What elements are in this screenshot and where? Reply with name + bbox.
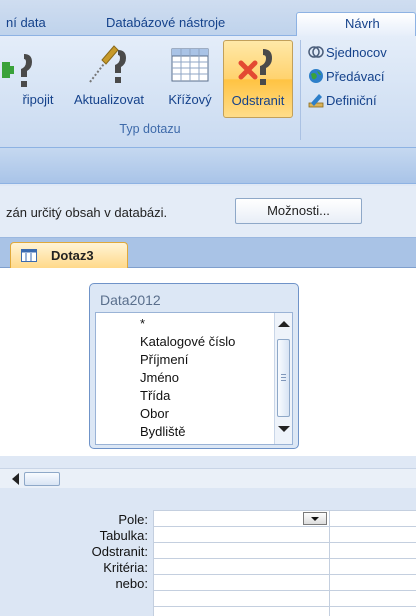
update-query-button[interactable]: Aktualizovat [62, 40, 156, 118]
grid-line [153, 510, 416, 511]
data-definition-label: Definiční [326, 93, 377, 108]
pencil-ruler-icon [308, 92, 324, 108]
grid-row-label-or: nebo: [115, 576, 148, 591]
grid-line [329, 510, 330, 616]
field-list[interactable]: * Katalogové číslo Příjmení Jméno Třída … [95, 312, 293, 445]
scroll-up-icon[interactable] [278, 321, 290, 327]
crosstab-query-button[interactable]: Křížový [160, 40, 220, 118]
grid-line [153, 526, 416, 527]
tab-external-data[interactable]: ní data [0, 12, 52, 36]
data-definition-query-button[interactable]: Definiční [308, 90, 377, 112]
update-query-icon [62, 40, 156, 88]
grid-line [153, 606, 416, 607]
scroll-left-icon[interactable] [12, 473, 19, 485]
table-field-list-box[interactable]: Data2012 * Katalogové číslo Příjmení Jmé… [89, 283, 299, 449]
grip-line [281, 377, 286, 378]
field-item[interactable]: Jméno [140, 369, 179, 387]
delete-query-icon [224, 41, 292, 89]
document-tab-strip: Dotaz3 [0, 238, 416, 268]
crosstab-query-label: Křížový [168, 92, 212, 107]
grid-line [153, 510, 154, 616]
document-tab-dotaz3[interactable]: Dotaz3 [10, 242, 128, 268]
scroll-down-icon[interactable] [278, 426, 290, 432]
field-item[interactable]: Bydliště [140, 423, 186, 441]
grid-row-label-table: Tabulka: [99, 528, 148, 543]
grid-line [153, 590, 416, 591]
table-title: Data2012 [100, 292, 161, 308]
horizontal-scroll-thumb[interactable] [24, 472, 60, 486]
union-label: Sjednocov [326, 45, 387, 60]
grip-line [281, 380, 286, 381]
delete-query-button[interactable]: Odstranit [223, 40, 293, 118]
chevron-down-icon [311, 517, 319, 521]
grid-line [153, 558, 416, 559]
union-icon [308, 44, 324, 60]
field-item[interactable]: Třída [140, 387, 170, 405]
delete-query-label: Odstranit [231, 93, 285, 108]
options-button[interactable]: Možnosti... [235, 198, 362, 224]
ribbon-group-label: Typ dotazu [119, 122, 181, 136]
message-bar: zán určitý obsah v databázi. Možnosti... [0, 186, 416, 238]
grid-line [153, 542, 416, 543]
union-query-button[interactable]: Sjednocov [308, 42, 387, 64]
field-item[interactable]: * [140, 315, 145, 333]
grid-row-label-criteria: Kritéria: [103, 560, 148, 575]
ribbon-group-divider [300, 40, 301, 140]
ribbon-tab-bar: ní data Databázové nástroje Návrh [0, 0, 416, 36]
tab-label: Databázové nástroje [106, 15, 226, 30]
scroll-thumb[interactable] [277, 339, 290, 417]
query-design-area: Data2012 * Katalogové číslo Příjmení Jmé… [0, 268, 416, 456]
grip-line [281, 374, 286, 375]
passthrough-query-button[interactable]: Předávací [308, 66, 385, 88]
ribbon: řipojit Aktualizovat Křížový Odstranit T… [0, 36, 416, 148]
field-item[interactable]: Příjmení [140, 351, 188, 369]
crosstab-query-icon [160, 40, 220, 88]
tab-label: Návrh [345, 16, 380, 31]
field-list-scrollbar[interactable] [274, 313, 292, 444]
tab-database-tools[interactable]: Databázové nástroje [100, 12, 231, 36]
grid-row-label-delete: Odstranit: [91, 544, 148, 559]
passthrough-label: Předávací [326, 69, 385, 84]
field-item[interactable]: Katalogové číslo [140, 333, 235, 351]
design-horizontal-scrollbar[interactable] [0, 468, 416, 488]
field-item[interactable]: Obor [140, 405, 169, 423]
tab-design[interactable]: Návrh [296, 12, 416, 36]
update-query-label: Aktualizovat [73, 92, 145, 107]
query-icon [21, 249, 37, 262]
globe-icon [308, 68, 324, 84]
grid-line [153, 574, 416, 575]
field-dropdown-button[interactable] [303, 512, 327, 525]
tab-label: ní data [6, 15, 46, 30]
grid-row-label-field: Pole: [118, 512, 148, 527]
message-text: zán určitý obsah v databázi. [6, 205, 168, 220]
navigation-bar [0, 148, 416, 184]
document-tab-label: Dotaz3 [51, 248, 94, 263]
